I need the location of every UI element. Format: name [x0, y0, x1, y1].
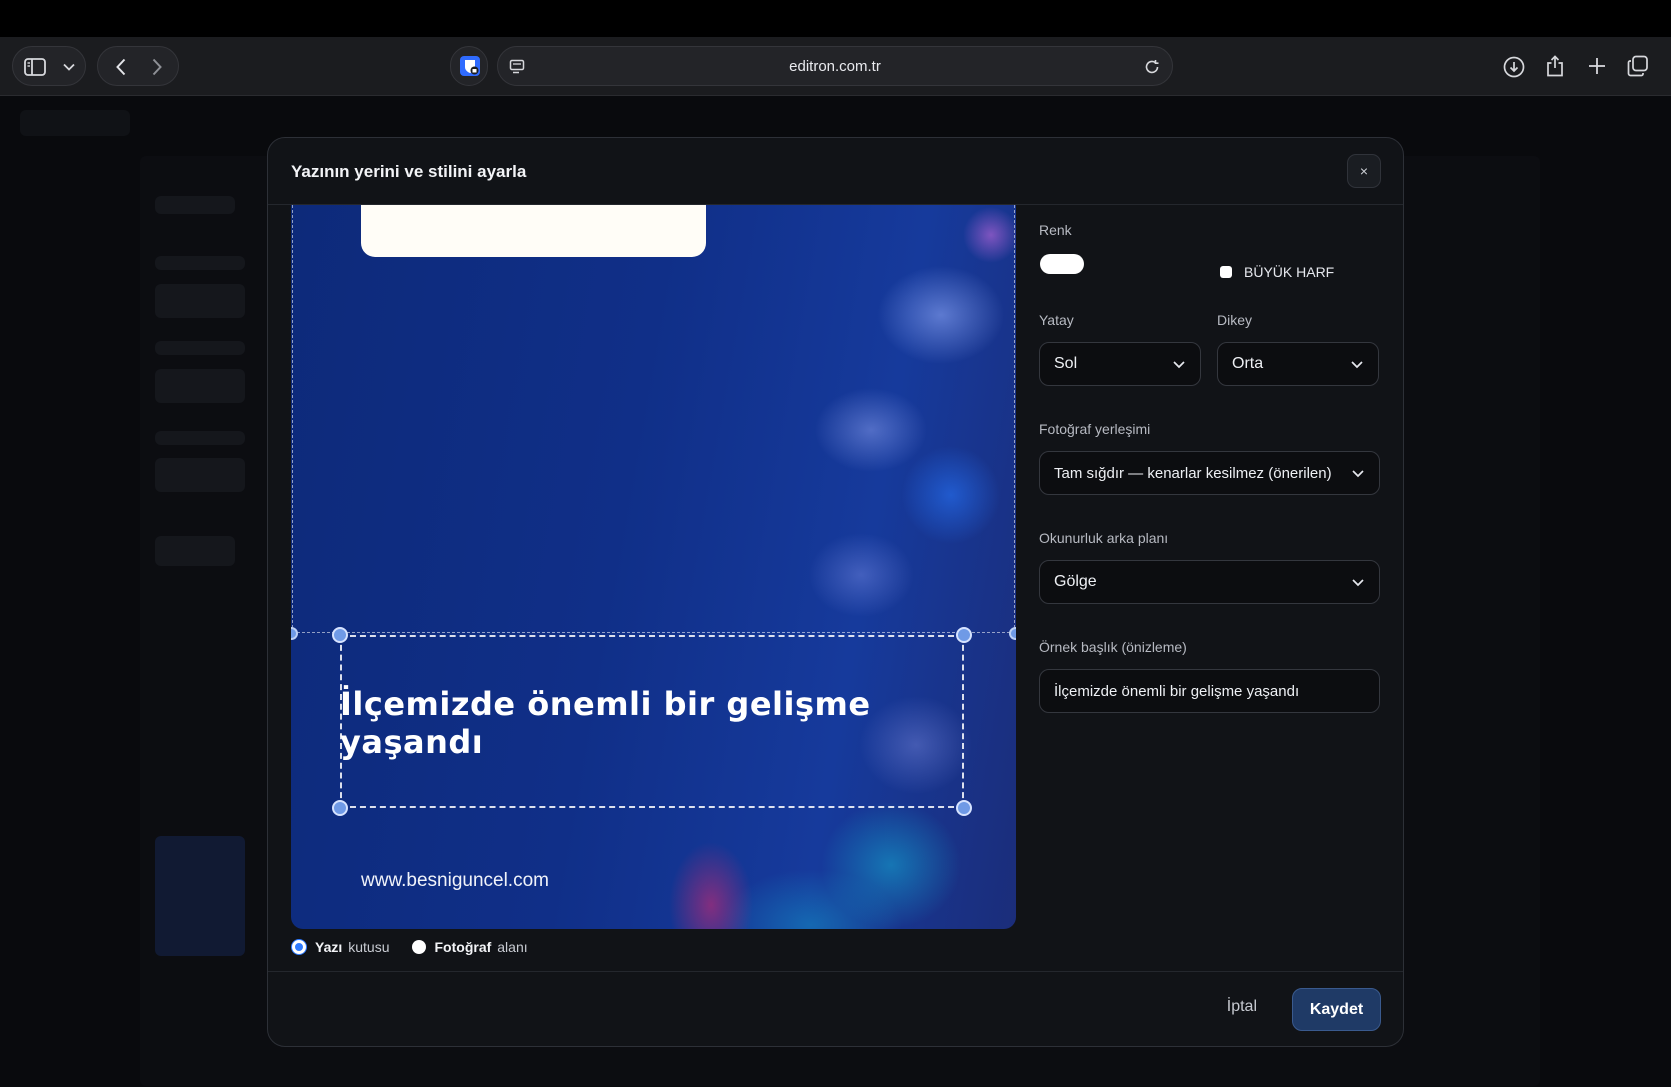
forward-icon[interactable] [146, 56, 168, 78]
back-icon[interactable] [110, 56, 132, 78]
browser-toolbar: editron.com.tr [0, 37, 1671, 96]
navigation-group [97, 46, 179, 86]
radio-photo-area[interactable] [411, 940, 426, 954]
preview-headline: İlçemizde önemli bir gelişme yaşandı [340, 685, 871, 761]
radio-text-box[interactable] [292, 940, 306, 954]
text-box-handle-bottom-right[interactable] [956, 800, 972, 816]
close-button[interactable]: × [1347, 154, 1381, 188]
address-bar[interactable]: editron.com.tr [497, 46, 1173, 86]
preview-canvas[interactable]: İlçemizde önemli bir gelişme yaşandı www… [291, 205, 1016, 929]
horizontal-align-value: Sol [1054, 355, 1078, 372]
photo-fit-value: Tam sığdır — kenarlar kesilmez (önerilen… [1054, 464, 1332, 482]
uppercase-label[interactable]: BÜYÜK HARF [1244, 264, 1334, 280]
tabs-icon[interactable] [1626, 54, 1650, 78]
chevron-down-icon [1349, 573, 1367, 591]
photo-fit-select[interactable]: Tam sığdır — kenarlar kesilmez (önerilen… [1039, 451, 1380, 495]
sample-title-input[interactable]: İlçemizde önemli bir gelişme yaşandı [1039, 669, 1380, 713]
color-label: Renk [1039, 222, 1072, 238]
chevron-down-icon[interactable] [59, 57, 79, 77]
cancel-button[interactable]: İptal [1227, 998, 1257, 1016]
mode-text-box-strong[interactable]: Yazı [315, 939, 342, 955]
preview-site-url: www.besniguncel.com [361, 870, 549, 891]
sample-title-value: İlçemizde önemli bir gelişme yaşandı [1054, 682, 1300, 700]
vertical-align-select[interactable]: Orta [1217, 342, 1379, 386]
share-icon[interactable] [1543, 53, 1567, 79]
readability-value: Gölge [1054, 573, 1097, 590]
save-button[interactable]: Kaydet [1292, 988, 1381, 1031]
url-text: editron.com.tr [789, 58, 881, 75]
sidebar-toggle-group[interactable] [12, 46, 86, 86]
text-box-handle-bottom-left[interactable] [332, 800, 348, 816]
horizontal-label: Yatay [1039, 312, 1074, 328]
photo-area-frame[interactable] [292, 205, 1015, 633]
photo-fit-label: Fotoğraf yerleşimi [1039, 421, 1151, 437]
uppercase-toggle[interactable]: BÜYÜK HARF [1220, 264, 1334, 280]
shield-extension-icon [459, 55, 481, 77]
text-box-handle-top-right[interactable] [956, 627, 972, 643]
edit-mode-selector: Yazı kutusu Fotoğraf alanı [292, 937, 528, 957]
readability-select[interactable]: Gölge [1039, 560, 1380, 604]
reload-icon[interactable] [1142, 57, 1162, 77]
readability-label: Okunurluk arka planı [1039, 530, 1169, 546]
mode-photo-area-strong[interactable]: Fotoğraf [435, 939, 492, 955]
text-box-handle-top-left[interactable] [332, 627, 348, 643]
menu-bar [0, 0, 1671, 37]
chevron-down-icon [1170, 355, 1188, 373]
mode-text-box-rest[interactable]: kutusu [348, 939, 389, 955]
dialog-footer: İptal Kaydet [268, 971, 1403, 1046]
vertical-align-value: Orta [1232, 355, 1264, 372]
chevron-down-icon [1348, 355, 1366, 373]
vertical-label: Dikey [1217, 312, 1253, 328]
horizontal-align-select[interactable]: Sol [1039, 342, 1201, 386]
photo-area-handle-right[interactable] [1009, 627, 1016, 640]
text-style-dialog: Yazının yerini ve stilini ayarla × İlçem… [267, 137, 1404, 1047]
sidebar-icon[interactable] [23, 55, 47, 79]
download-icon[interactable] [1502, 55, 1526, 79]
plus-icon[interactable] [1585, 54, 1609, 78]
chevron-down-icon [1349, 464, 1367, 482]
mode-photo-area-rest[interactable]: alanı [497, 939, 527, 955]
sample-title-label: Örnek başlık (önizleme) [1039, 639, 1187, 655]
color-swatch[interactable] [1040, 254, 1084, 274]
uppercase-checkbox[interactable] [1220, 266, 1232, 278]
dialog-header: Yazının yerini ve stilini ayarla × [268, 138, 1403, 205]
dialog-title: Yazının yerini ve stilini ayarla [291, 162, 527, 181]
extension-button[interactable] [450, 46, 488, 86]
